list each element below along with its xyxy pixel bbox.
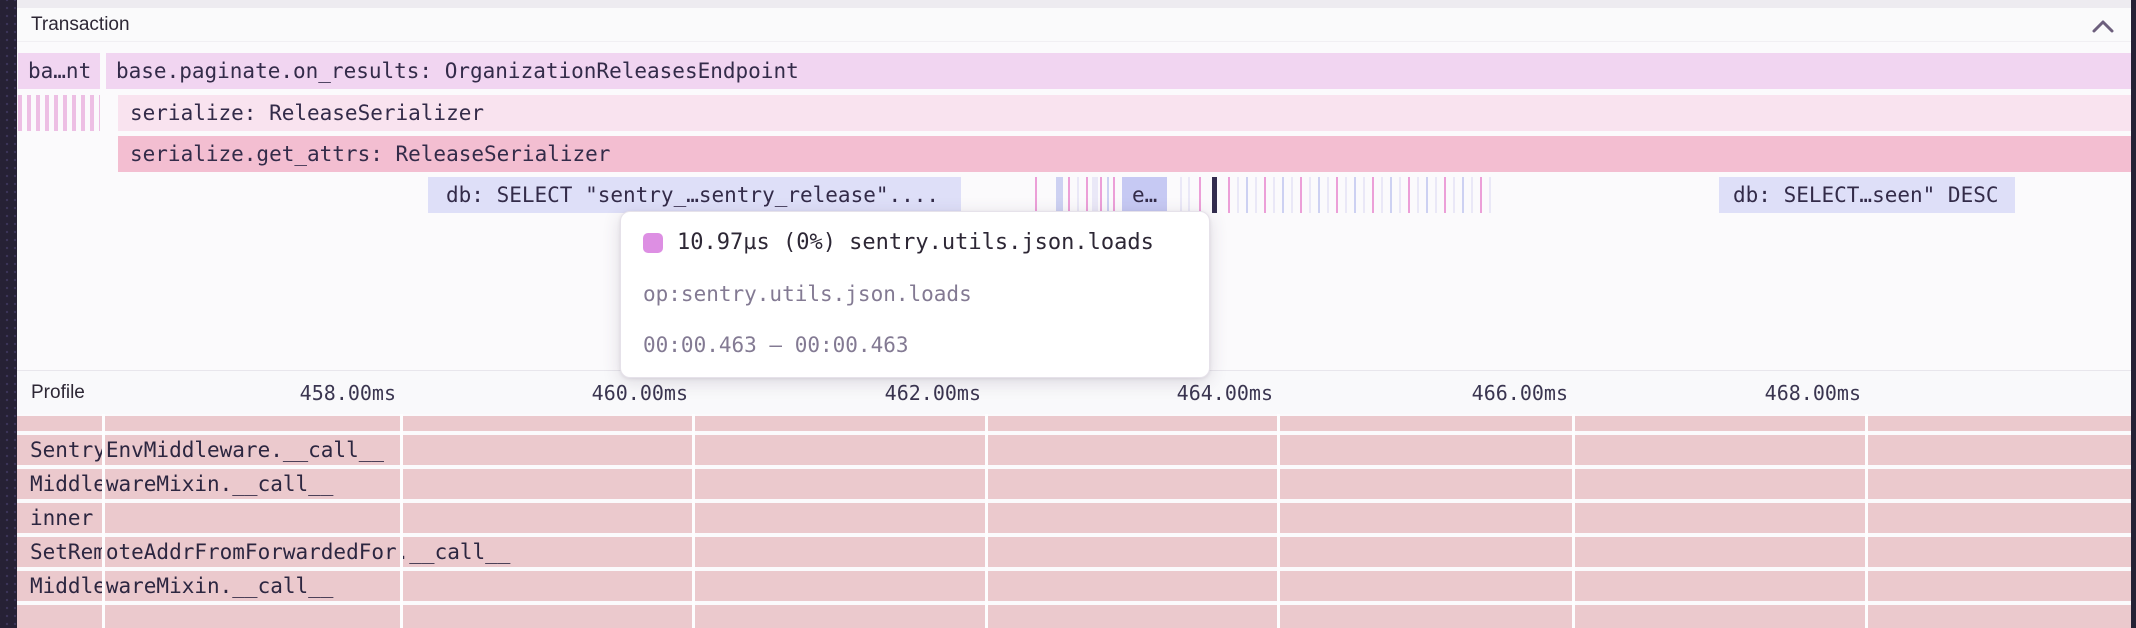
tooltip-time-range: 00:00.463 — 00:00.463	[643, 333, 1183, 357]
frame-label: MiddlewareMixin.__call__	[30, 574, 333, 598]
time-gridline	[1572, 414, 1575, 628]
span-tick	[1480, 177, 1482, 213]
span-marker-bar[interactable]	[1212, 177, 1217, 213]
span-tick	[1056, 177, 1063, 213]
span-tick	[1291, 177, 1293, 213]
collapse-transaction-button[interactable]	[2089, 15, 2117, 39]
span-tick	[1471, 177, 1473, 213]
span-tick	[1435, 177, 1437, 213]
flame-frame[interactable]: MiddlewareMixin.__call__	[17, 571, 2131, 601]
span-tick	[1408, 177, 1410, 213]
time-axis-label: 466.00ms	[1472, 381, 1568, 405]
span-tooltip: 10.97µs (0%) sentry.utils.json.loads op:…	[620, 211, 1210, 378]
time-axis-label: 460.00ms	[592, 381, 688, 405]
tooltip-op: op:sentry.utils.json.loads	[643, 282, 1183, 306]
span-bar[interactable]: base.paginate.on_results: OrganizationRe…	[106, 53, 2131, 89]
time-gridline	[1865, 414, 1868, 628]
time-gridline	[985, 414, 988, 628]
span-tick	[1336, 177, 1338, 213]
frame-label: inner	[30, 506, 93, 530]
span-tick	[1228, 177, 1230, 213]
window-right-strip	[2131, 0, 2136, 628]
span-tick	[1300, 177, 1302, 213]
span-bar[interactable]: db: SELECT "sentry_…sentry_release"....	[428, 177, 961, 213]
span-tick	[1068, 177, 1070, 213]
span-tick	[1035, 177, 1037, 213]
span-color-swatch-icon	[643, 233, 663, 253]
window-top-strip	[0, 0, 2136, 8]
time-gridline	[1277, 414, 1280, 628]
profile-panel-title: Profile	[31, 382, 85, 404]
time-axis-label: 458.00ms	[300, 381, 396, 405]
span-tick	[1113, 177, 1115, 213]
trace-profiling-view: Transaction ba…ntbase.paginate.on_result…	[0, 0, 2136, 628]
transaction-panel-title: Transaction	[31, 14, 130, 36]
time-axis-label: 462.00ms	[885, 381, 981, 405]
span-bar[interactable]: serialize: ReleaseSerializer	[118, 95, 2131, 131]
span-tick	[1180, 177, 1182, 213]
span-tick	[1237, 177, 1239, 213]
span-tick	[1188, 177, 1190, 213]
span-tick	[1363, 177, 1365, 213]
span-tick	[1372, 177, 1374, 213]
span-tick	[1199, 177, 1201, 213]
span-tick	[1086, 177, 1088, 213]
span-bar[interactable]: serialize.get_attrs: ReleaseSerializer	[118, 136, 2131, 172]
span-tick	[1318, 177, 1320, 213]
flame-frame[interactable]: inner	[17, 503, 2131, 533]
frame-label: SentryEnvMiddleware.__call__	[30, 438, 384, 462]
span-tick	[1453, 177, 1455, 213]
flame-frame-clipped[interactable]	[17, 416, 2131, 431]
time-axis-label: 464.00ms	[1177, 381, 1273, 405]
span-tick	[1255, 177, 1257, 213]
autogrouped-spans-hatch[interactable]	[18, 95, 100, 131]
span-tick	[1309, 177, 1311, 213]
span-bar[interactable]: db: SELECT…seen" DESC	[1719, 177, 2015, 213]
span-bar[interactable]: ba…nt	[18, 53, 100, 89]
span-tick	[1390, 177, 1392, 213]
span-tick	[1327, 177, 1329, 213]
span-tick	[1444, 177, 1446, 213]
span-bar[interactable]: e…	[1122, 177, 1167, 213]
time-gridline	[400, 414, 403, 628]
span-tick	[1345, 177, 1347, 213]
time-gridline	[692, 414, 695, 628]
span-tick	[1077, 177, 1079, 213]
span-tick	[1264, 177, 1266, 213]
chevron-up-icon	[2089, 15, 2117, 39]
tooltip-duration-title: 10.97µs (0%) sentry.utils.json.loads	[677, 230, 1154, 255]
span-tick	[1426, 177, 1428, 213]
span-tick	[1273, 177, 1275, 213]
flame-frame[interactable]: SentryEnvMiddleware.__call__	[17, 435, 2131, 465]
span-tick	[1489, 177, 1491, 213]
transaction-panel-header: Transaction	[17, 8, 2131, 42]
span-tick	[1246, 177, 1248, 213]
span-tick	[1417, 177, 1419, 213]
span-tick	[1399, 177, 1401, 213]
time-gridline	[102, 414, 105, 628]
span-tick	[1100, 177, 1102, 213]
span-tick	[1462, 177, 1464, 213]
span-tick	[1282, 177, 1284, 213]
span-tick	[1381, 177, 1383, 213]
flame-frame[interactable]: MiddlewareMixin.__call__	[17, 469, 2131, 499]
span-tick	[1354, 177, 1356, 213]
frame-label: MiddlewareMixin.__call__	[30, 472, 333, 496]
sidebar-edge-strip	[0, 0, 17, 628]
span-tick	[1092, 177, 1098, 213]
flame-frame[interactable]: SetRemoteAddrFromForwardedFor.__call__	[17, 537, 2131, 567]
flame-frame-clipped[interactable]	[17, 605, 2131, 628]
span-tick	[1107, 177, 1109, 213]
time-axis-label: 468.00ms	[1765, 381, 1861, 405]
